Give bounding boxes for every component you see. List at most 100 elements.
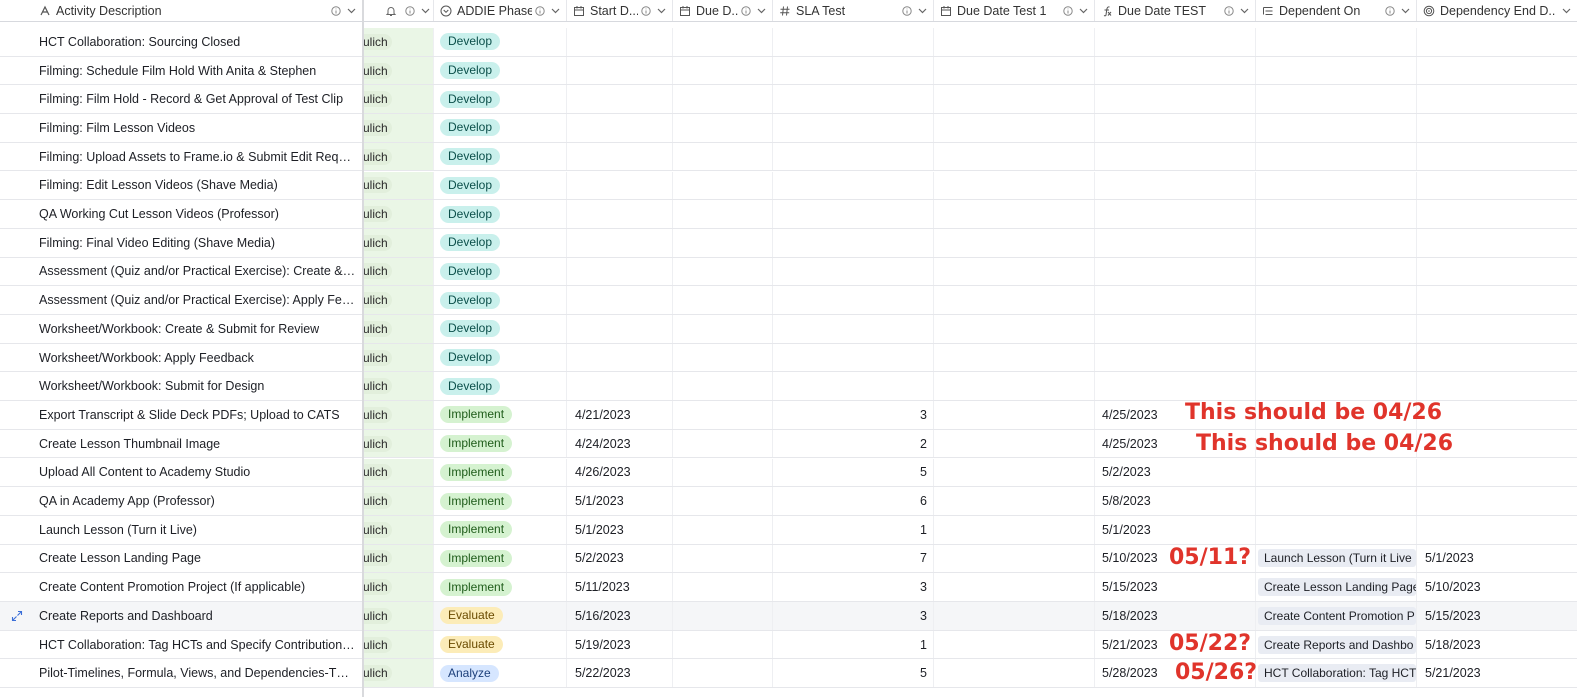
owner-cell[interactable]: ulich bbox=[363, 429, 434, 458]
owner-cell[interactable]: ulich bbox=[363, 228, 434, 257]
info-icon[interactable] bbox=[1224, 5, 1234, 16]
addie-phase-cell[interactable]: Develop bbox=[434, 343, 567, 372]
info-icon[interactable] bbox=[1385, 5, 1395, 16]
info-icon[interactable] bbox=[535, 5, 545, 16]
due-date-test-1-cell[interactable] bbox=[934, 114, 1095, 142]
addie-phase-cell[interactable]: Develop bbox=[434, 372, 567, 401]
linked-record-pill[interactable]: HCT Collaboration: Tag HCT bbox=[1258, 664, 1416, 683]
addie-phase-cell[interactable]: Implement bbox=[434, 573, 567, 601]
due-date-cell[interactable] bbox=[673, 372, 773, 401]
linked-record-pill[interactable]: Create Content Promotion P bbox=[1258, 606, 1416, 625]
chevron-down-icon[interactable] bbox=[551, 6, 560, 15]
due-date-test-cell[interactable]: 5/1/2023 bbox=[1095, 515, 1256, 544]
table-row[interactable]: Create Reports and Dashboard ulich Evaluat… bbox=[0, 602, 1577, 631]
dependency-end-date-cell[interactable] bbox=[1417, 258, 1577, 286]
start-date-cell[interactable]: 5/2/2023 bbox=[567, 544, 673, 573]
column-header-activity-description[interactable]: Activity Description bbox=[0, 0, 363, 21]
start-date-cell[interactable] bbox=[567, 257, 673, 286]
due-date-cell[interactable] bbox=[673, 56, 773, 85]
table-row[interactable]: HCT Collaboration: Tag HCTs and Specify … bbox=[0, 630, 1577, 660]
due-date-test-1-cell[interactable] bbox=[934, 56, 1095, 85]
dependency-end-date-cell[interactable] bbox=[1417, 114, 1577, 142]
linked-record-pill[interactable]: Create Lesson Landing Page bbox=[1258, 578, 1416, 597]
start-date-cell[interactable] bbox=[567, 372, 673, 401]
table-row[interactable]: Pilot-Timelines, Formula, Views, and Dep… bbox=[0, 659, 1577, 689]
addie-phase-cell[interactable]: Implement bbox=[434, 429, 567, 458]
sla-test-cell[interactable]: 2 bbox=[773, 429, 934, 458]
info-icon[interactable] bbox=[902, 5, 912, 16]
start-date-cell[interactable]: 4/21/2023 bbox=[567, 401, 673, 429]
column-header-addie-phase[interactable]: ADDIE Phase bbox=[434, 0, 567, 21]
addie-phase-cell[interactable]: Evaluate bbox=[434, 602, 567, 630]
info-icon[interactable] bbox=[641, 5, 651, 16]
chevron-down-icon[interactable] bbox=[1240, 6, 1249, 15]
activity-description-cell[interactable]: Worksheet/Workbook: Apply Feedback bbox=[0, 344, 363, 372]
dependent-on-cell[interactable]: Create Content Promotion P bbox=[1256, 602, 1417, 630]
due-date-test-1-cell[interactable] bbox=[934, 659, 1095, 688]
start-date-cell[interactable]: 5/19/2023 bbox=[567, 630, 673, 659]
due-date-cell[interactable] bbox=[673, 659, 773, 688]
due-date-cell[interactable] bbox=[673, 286, 773, 314]
due-date-cell[interactable] bbox=[673, 142, 773, 171]
sla-test-cell[interactable] bbox=[773, 286, 934, 314]
owner-cell[interactable]: ulich bbox=[363, 114, 434, 142]
addie-phase-cell[interactable]: Develop bbox=[434, 315, 567, 343]
start-date-cell[interactable]: 5/11/2023 bbox=[567, 573, 673, 601]
owner-cell[interactable]: ulich bbox=[363, 515, 434, 544]
owner-cell[interactable]: ulich bbox=[363, 200, 434, 228]
dependency-end-date-cell[interactable] bbox=[1417, 487, 1577, 515]
owner-cell[interactable]: ulich bbox=[363, 630, 434, 659]
dependent-on-cell[interactable] bbox=[1256, 315, 1417, 343]
dependency-end-date-cell[interactable] bbox=[1417, 143, 1577, 171]
table-row[interactable]: Filming: Edit Lesson Videos (Shave Media… bbox=[0, 171, 1577, 201]
dependency-end-date-cell[interactable] bbox=[1417, 229, 1577, 257]
due-date-cell[interactable] bbox=[673, 315, 773, 343]
activity-description-cell[interactable]: HCT Collaboration: Tag HCTs and Specify … bbox=[0, 631, 363, 659]
table-row[interactable]: HCT Collaboration: Sourcing Closed ulich D… bbox=[0, 28, 1577, 57]
table-row[interactable]: Filming: Schedule Film Hold With Anita &… bbox=[0, 56, 1577, 86]
activity-description-cell[interactable]: Create Lesson Thumbnail Image bbox=[0, 430, 363, 458]
due-date-cell[interactable] bbox=[673, 487, 773, 515]
column-header-sla-test[interactable]: SLA Test bbox=[773, 0, 934, 21]
column-header-due-date[interactable]: Due D... bbox=[673, 0, 773, 21]
owner-cell[interactable]: ulich bbox=[363, 573, 434, 601]
owner-cell[interactable]: ulich bbox=[363, 142, 434, 171]
info-icon[interactable] bbox=[405, 5, 415, 16]
dependency-end-date-cell[interactable] bbox=[1417, 344, 1577, 372]
due-date-test-cell[interactable] bbox=[1095, 343, 1256, 372]
sla-test-cell[interactable]: 5 bbox=[773, 458, 934, 487]
due-date-cell[interactable] bbox=[673, 630, 773, 659]
table-row[interactable]: Filming: Film Hold - Record & Get Approv… bbox=[0, 85, 1577, 115]
due-date-test-cell[interactable] bbox=[1095, 372, 1256, 401]
addie-phase-cell[interactable]: Evaluate bbox=[434, 630, 567, 659]
due-date-test-1-cell[interactable] bbox=[934, 200, 1095, 228]
due-date-test-cell[interactable] bbox=[1095, 28, 1256, 56]
sla-test-cell[interactable] bbox=[773, 142, 934, 171]
due-date-cell[interactable] bbox=[673, 228, 773, 257]
sla-test-cell[interactable] bbox=[773, 85, 934, 114]
owner-cell[interactable]: ulich bbox=[363, 401, 434, 429]
due-date-test-1-cell[interactable] bbox=[934, 573, 1095, 601]
sla-test-cell[interactable]: 3 bbox=[773, 602, 934, 630]
activity-description-cell[interactable]: Create Lesson Landing Page bbox=[0, 545, 363, 573]
column-header-notifications[interactable] bbox=[363, 0, 434, 21]
addie-phase-cell[interactable]: Develop bbox=[434, 142, 567, 171]
start-date-cell[interactable] bbox=[567, 85, 673, 114]
addie-phase-cell[interactable]: Analyze bbox=[434, 659, 567, 688]
column-header-dependency-end-date[interactable]: Dependency End D... bbox=[1417, 0, 1577, 21]
column-header-dependent-on[interactable]: Dependent On bbox=[1256, 0, 1417, 21]
table-row[interactable]: Create Content Promotion Project (If app… bbox=[0, 573, 1577, 602]
dependent-on-cell[interactable] bbox=[1256, 200, 1417, 228]
dependent-on-cell[interactable] bbox=[1256, 85, 1417, 114]
activity-description-cell[interactable]: Filming: Film Hold - Record & Get Approv… bbox=[0, 85, 363, 113]
table-row[interactable]: Worksheet/Workbook: Submit for Design uli… bbox=[0, 372, 1577, 402]
activity-description-cell[interactable]: QA Working Cut Lesson Videos (Professor) bbox=[0, 200, 363, 228]
dependent-on-cell[interactable] bbox=[1256, 56, 1417, 85]
due-date-test-1-cell[interactable] bbox=[934, 343, 1095, 372]
start-date-cell[interactable]: 5/16/2023 bbox=[567, 602, 673, 630]
addie-phase-cell[interactable]: Implement bbox=[434, 544, 567, 573]
activity-description-cell[interactable]: Upload All Content to Academy Studio bbox=[0, 459, 363, 487]
activity-description-cell[interactable]: Launch Lesson (Turn it Live) bbox=[0, 516, 363, 544]
addie-phase-cell[interactable]: Develop bbox=[434, 85, 567, 114]
owner-cell[interactable]: ulich bbox=[363, 602, 434, 630]
